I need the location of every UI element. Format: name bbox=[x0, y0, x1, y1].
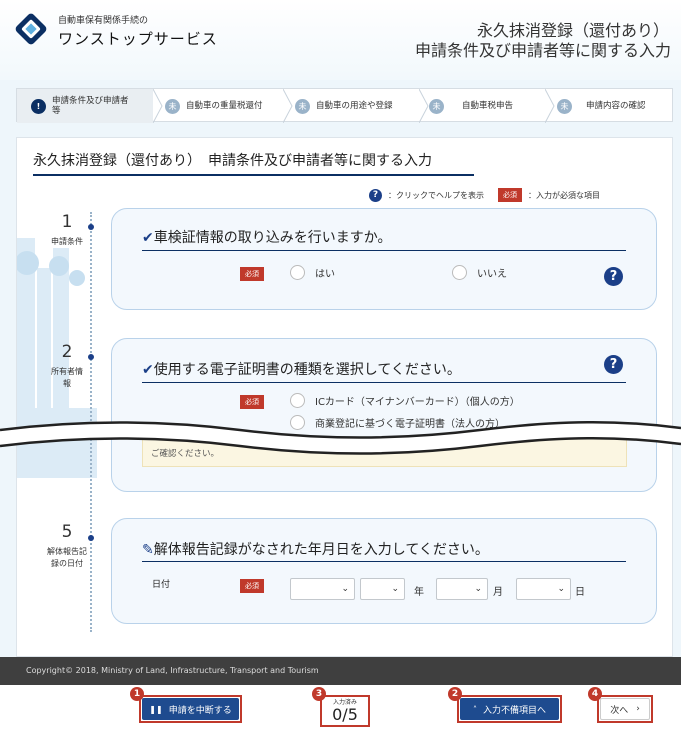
step-3[interactable]: 未 自動車の用途や登録 bbox=[293, 89, 419, 123]
chevron-right-icon bbox=[419, 89, 429, 123]
section-title-underline bbox=[33, 174, 474, 176]
timeline-dot bbox=[88, 224, 94, 230]
badge-1: 1 bbox=[130, 687, 144, 701]
go-to-missing-label: 入力不備項目へ bbox=[482, 705, 546, 716]
step-2[interactable]: 未 自動車の重量税還付 bbox=[163, 89, 283, 123]
suspend-button[interactable]: ❚❚ 申請を中断する bbox=[142, 698, 239, 720]
progress-value: 0/5 bbox=[332, 705, 358, 724]
step-4[interactable]: 未 自動車税申告 bbox=[429, 89, 553, 123]
logo-subtitle: 自動車保有関係手続の bbox=[58, 16, 149, 26]
chevron-down-icon: ⌄ bbox=[557, 584, 565, 594]
badge-4: 4 bbox=[588, 687, 602, 701]
question-card-5: ✎解体報告記録がなされた年月日を入力してください。 日付 必須 ⌄ ⌄ 年 ⌄ … bbox=[111, 518, 657, 624]
chevron-right-icon bbox=[153, 89, 163, 123]
question-title-text: 車検証情報の取り込みを行いますか。 bbox=[153, 230, 392, 246]
question-title: ✎解体報告記録がなされた年月日を入力してください。 bbox=[142, 539, 489, 559]
check-icon: ✔ bbox=[142, 362, 154, 378]
badge-3: 3 bbox=[312, 687, 326, 701]
radio-ic-card[interactable]: ICカード（マイナンバーカード）（個人の方） bbox=[290, 393, 520, 408]
badge-2: 2 bbox=[448, 687, 462, 701]
help-icon: ? bbox=[369, 188, 382, 202]
chevron-down-icon: ⌄ bbox=[341, 584, 349, 594]
main-form: 永久抹消登録（還付あり） 申請条件及び申請者等に関する入力 ? ：クリックでヘル… bbox=[16, 137, 673, 657]
question-underline bbox=[142, 561, 626, 562]
logo-title: ワンストップサービス bbox=[58, 30, 218, 48]
legend-required-text: ：入力が必須な項目 bbox=[528, 190, 600, 200]
radio-label: いいえ bbox=[477, 269, 507, 280]
required-badge: 必須 bbox=[240, 267, 264, 281]
step-number: 未 bbox=[557, 98, 572, 114]
month-unit: 月 bbox=[493, 587, 503, 598]
chevron-right-icon: › bbox=[636, 704, 640, 714]
step-number: 未 bbox=[165, 98, 180, 114]
chevron-down-icon: ⌄ bbox=[391, 584, 399, 594]
year-select[interactable]: ⌄ bbox=[360, 578, 405, 600]
next-label: 次へ bbox=[610, 705, 629, 716]
radio-label: はい bbox=[315, 269, 335, 280]
required-badge: 必須 bbox=[498, 188, 522, 202]
legend: ? ：クリックでヘルプを表示 必須 ：入力が必須な項目 bbox=[369, 188, 600, 202]
step-label: 自動車の用途や登録 bbox=[316, 101, 393, 111]
radio-yes[interactable]: はい bbox=[290, 265, 335, 280]
next-button[interactable]: 次へ › bbox=[600, 698, 650, 720]
day-select[interactable]: ⌄ bbox=[516, 578, 571, 600]
legend-help-text: ：クリックでヘルプを表示 bbox=[388, 190, 484, 200]
help-icon[interactable]: ? bbox=[604, 355, 623, 374]
question-category: 所有者情報 bbox=[51, 367, 83, 388]
question-card-1: ✔車検証情報の取り込みを行いますか。 必須 はい いいえ ? bbox=[111, 208, 657, 310]
question-category: 解体報告記録の日付 bbox=[47, 547, 87, 568]
question-title-text: 使用する電子証明書の種類を選択してください。 bbox=[153, 362, 461, 378]
go-to-missing-button[interactable]: ˄ 入力不備項目へ bbox=[460, 698, 559, 720]
step-5[interactable]: 未 申請内容の確認 bbox=[557, 89, 673, 123]
timeline-dot bbox=[88, 535, 94, 541]
era-select[interactable]: ⌄ bbox=[290, 578, 355, 600]
header: 自動車保有関係手続の ワンストップサービス 永久抹消登録（還付あり） 申請条件及… bbox=[0, 0, 681, 80]
radio-button[interactable] bbox=[290, 393, 305, 408]
alert-icon: ! bbox=[31, 98, 46, 114]
required-badge: 必須 bbox=[240, 395, 264, 409]
question-title-text: 解体報告記録がなされた年月日を入力してください。 bbox=[153, 542, 489, 558]
radio-no[interactable]: いいえ bbox=[452, 265, 507, 280]
year-unit: 年 bbox=[414, 587, 424, 598]
page-title-line2: 申請条件及び申請者等に関する入力 bbox=[414, 41, 671, 60]
step-label: 申請内容の確認 bbox=[586, 101, 646, 111]
copyright-text: Copyright© 2018, Ministry of Land, Infra… bbox=[26, 666, 319, 675]
required-badge: 必須 bbox=[240, 579, 264, 593]
footer: Copyright© 2018, Ministry of Land, Infra… bbox=[0, 657, 681, 685]
action-bar: ❚❚ 申請を中断する 1 入力済み 0/5 3 ˄ 入力不備項目へ 2 次へ ›… bbox=[0, 685, 681, 732]
step-navigation: ! 申請条件及び申請者等 未 自動車の重量税還付 未 自動車の用途や登録 未 自… bbox=[16, 88, 673, 123]
step-number: 未 bbox=[429, 98, 444, 114]
step-label: 自動車の重量税還付 bbox=[186, 101, 263, 111]
suspend-label: 申請を中断する bbox=[168, 705, 232, 716]
question-underline bbox=[142, 250, 626, 251]
check-icon: ✔ bbox=[142, 230, 154, 246]
chevron-up-icon: ˄ bbox=[472, 704, 477, 714]
radio-label: ICカード（マイナンバーカード）（個人の方） bbox=[315, 397, 520, 408]
edit-icon: ✎ bbox=[142, 542, 154, 558]
chevron-right-icon bbox=[545, 89, 555, 123]
help-icon[interactable]: ? bbox=[604, 267, 623, 286]
step-label: 申請条件及び申請者等 bbox=[52, 96, 129, 116]
section-title: 永久抹消登録（還付あり） 申請条件及び申請者等に関する入力 bbox=[33, 153, 432, 169]
question-category: 申請条件 bbox=[51, 237, 83, 246]
step-number: 未 bbox=[295, 98, 310, 114]
timeline-dot bbox=[88, 354, 94, 360]
step-1[interactable]: ! 申請条件及び申請者等 bbox=[17, 89, 153, 123]
logo-icon bbox=[15, 13, 47, 45]
day-unit: 日 bbox=[575, 587, 585, 598]
question-title: ✔車検証情報の取り込みを行いますか。 bbox=[142, 227, 391, 247]
chevron-right-icon bbox=[283, 89, 293, 123]
pause-icon: ❚❚ bbox=[149, 704, 163, 714]
question-underline bbox=[142, 382, 626, 383]
chevron-down-icon: ⌄ bbox=[474, 584, 482, 594]
month-select[interactable]: ⌄ bbox=[436, 578, 488, 600]
date-field-label: 日付 bbox=[152, 580, 171, 590]
question-title: ✔使用する電子証明書の種類を選択してください。 bbox=[142, 359, 461, 379]
radio-button[interactable] bbox=[290, 265, 305, 280]
step-label: 自動車税申告 bbox=[462, 101, 514, 111]
radio-button[interactable] bbox=[452, 265, 467, 280]
page-break-decoration bbox=[0, 420, 681, 455]
question-card-2: ✔使用する電子証明書の種類を選択してください。 ? 必須 ICカード（マイナンバ… bbox=[111, 338, 657, 492]
